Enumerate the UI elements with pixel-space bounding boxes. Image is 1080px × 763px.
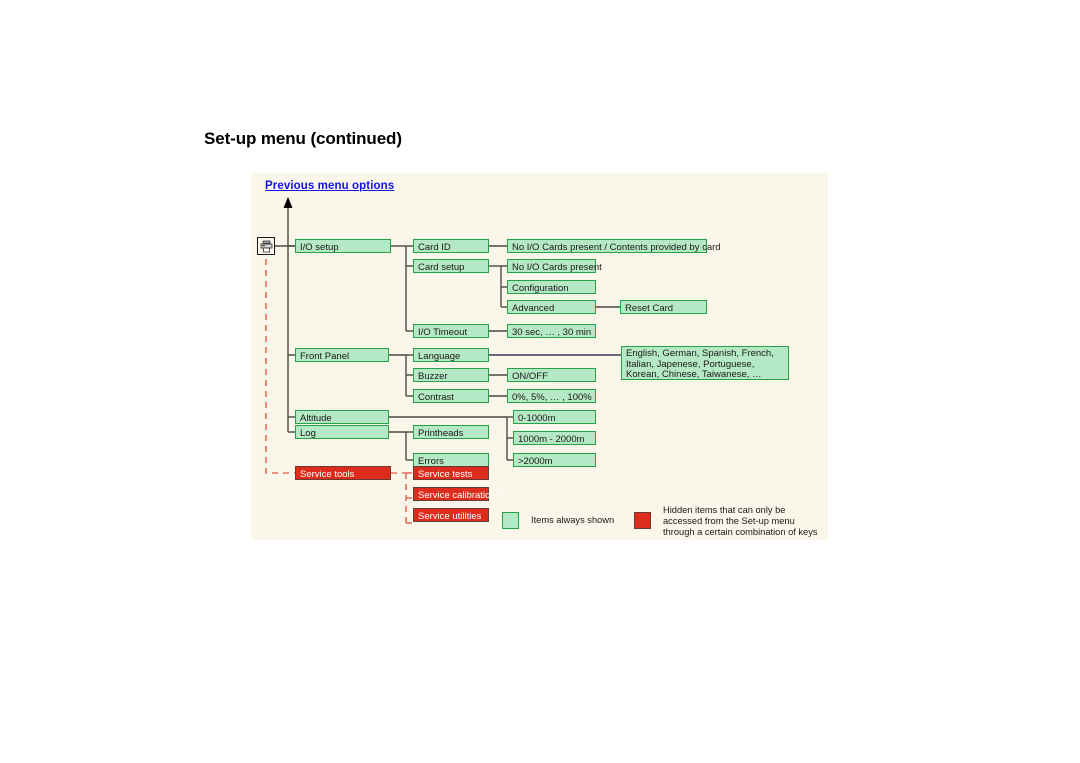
legend-label-hidden-items: Hidden items that can only be accessed f… [663,505,818,537]
node-contrast-value: 0%, 5%, … , 100% [507,389,596,403]
node-altitude-over-2000[interactable]: >2000m [513,453,596,467]
node-altitude-1000-2000[interactable]: 1000m - 2000m [513,431,596,445]
node-contrast[interactable]: Contrast [413,389,489,403]
node-io-setup[interactable]: I/O setup [295,239,391,253]
node-language-values: English, German, Spanish, French, Italia… [621,346,789,380]
node-io-timeout-value: 30 sec, … , 30 min [507,324,596,338]
legend-swatch-hidden-items [634,512,651,529]
node-service-tools[interactable]: Service tools [295,466,391,480]
node-no-io-cards-present[interactable]: No I/O Cards present [507,259,602,273]
printer-icon [257,237,275,255]
node-card-setup[interactable]: Card setup [413,259,489,273]
node-service-tests[interactable]: Service tests [413,466,489,480]
node-buzzer-value: ON/OFF [507,368,596,382]
node-io-timeout[interactable]: I/O Timeout [413,324,489,338]
node-front-panel[interactable]: Front Panel [295,348,389,362]
node-buzzer[interactable]: Buzzer [413,368,489,382]
node-service-utilities[interactable]: Service utilities [413,508,489,522]
node-altitude[interactable]: Altitude [295,410,389,424]
node-log[interactable]: Log [295,425,389,439]
page-title: Set-up menu (continued) [204,129,402,148]
node-advanced[interactable]: Advanced [507,300,596,314]
node-configuration[interactable]: Configuration [507,280,596,294]
node-card-id[interactable]: Card ID [413,239,489,253]
screenshot-root: Set-up menu (continued) Previous menu op… [0,0,1080,763]
node-card-id-value: No I/O Cards present / Contents provided… [507,239,721,253]
node-reset-card[interactable]: Reset Card [620,300,707,314]
node-printheads[interactable]: Printheads [413,425,489,439]
legend-swatch-always-shown [502,512,519,529]
node-service-calibrations[interactable]: Service calibrations [413,487,500,501]
menu-diagram-panel: Previous menu options I/O setup Front Pa… [251,173,828,540]
node-errors[interactable]: Errors [413,453,489,467]
node-language[interactable]: Language [413,348,489,362]
node-altitude-0-1000[interactable]: 0-1000m [513,410,596,424]
